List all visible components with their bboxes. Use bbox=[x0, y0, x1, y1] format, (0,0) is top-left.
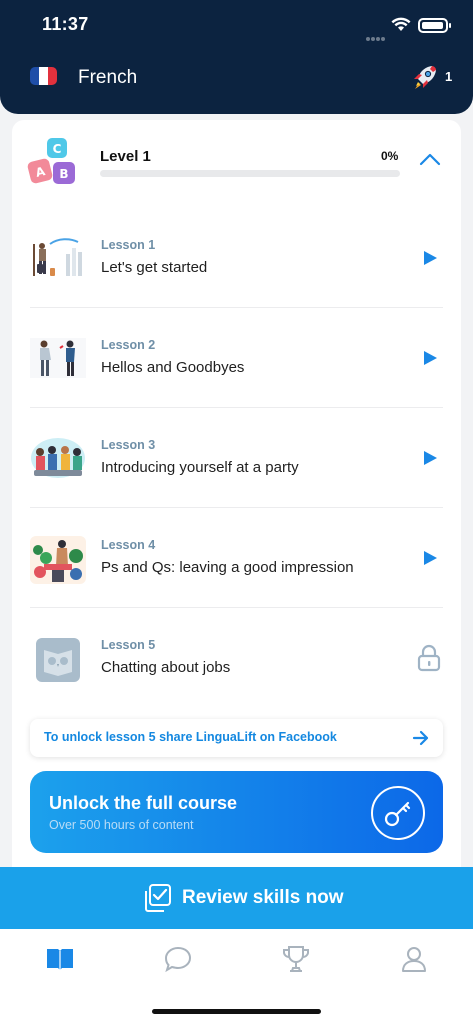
lesson-item-1[interactable]: Lesson 1 Let's get started bbox=[30, 208, 443, 308]
chat-bubble-icon[interactable] bbox=[162, 943, 194, 975]
status-time: 11:37 bbox=[42, 14, 89, 34]
unlock-full-course-button[interactable]: Unlock the full course Over 500 hours of… bbox=[30, 771, 443, 853]
lesson-number: Lesson 5 bbox=[101, 638, 156, 652]
lesson-title: Let's get started bbox=[101, 259, 208, 276]
abc-blocks-icon: C A B bbox=[27, 138, 83, 188]
status-bar: 11:37 bbox=[0, 0, 473, 52]
share-to-unlock-text: To unlock lesson 5 share LinguaLift on F… bbox=[44, 730, 337, 744]
lesson-number: Lesson 4 bbox=[101, 538, 156, 552]
checklist-icon bbox=[143, 883, 173, 918]
share-to-unlock-banner[interactable]: To unlock lesson 5 share LinguaLift on F… bbox=[30, 719, 443, 757]
level-title: Level 1 bbox=[100, 148, 151, 165]
play-icon[interactable] bbox=[422, 550, 438, 566]
french-flag-icon[interactable] bbox=[30, 67, 57, 85]
lesson-title: Hellos and Goodbyes bbox=[101, 359, 245, 376]
lock-icon bbox=[417, 644, 441, 672]
play-icon[interactable] bbox=[422, 350, 438, 366]
lesson-4-illustration bbox=[30, 536, 86, 584]
lesson-item-5[interactable]: Lesson 5 Chatting about jobs bbox=[30, 608, 443, 708]
play-icon[interactable] bbox=[422, 250, 438, 266]
rocket-count: 1 bbox=[445, 69, 453, 84]
play-icon[interactable] bbox=[422, 450, 438, 466]
course-card: C A B Level 1 0% Lesson 1 Let's get star… bbox=[12, 120, 461, 880]
svg-text:B: B bbox=[59, 167, 68, 181]
bottom-tab-bar bbox=[0, 929, 473, 1024]
level-progress-bar bbox=[100, 170, 400, 177]
level-percent: 0% bbox=[381, 149, 399, 163]
lesson-5-locked-illustration bbox=[30, 636, 86, 682]
arrow-right-icon[interactable] bbox=[412, 729, 430, 752]
lesson-title: Introducing yourself at a party bbox=[101, 459, 299, 476]
full-course-subtitle: Over 500 hours of content bbox=[49, 818, 194, 832]
review-skills-label: Review skills now bbox=[182, 887, 344, 908]
rocket-icon[interactable] bbox=[410, 62, 440, 97]
lesson-item-3[interactable]: Lesson 3 Introducing yourself at a party bbox=[30, 408, 443, 508]
svg-text:C: C bbox=[53, 142, 62, 156]
wifi-icon bbox=[391, 17, 411, 37]
cellular-signal-icon bbox=[366, 28, 386, 41]
home-indicator bbox=[152, 1009, 321, 1014]
full-course-title: Unlock the full course bbox=[49, 793, 238, 813]
app-header: 11:37 French 1 bbox=[0, 0, 473, 114]
lesson-2-illustration bbox=[30, 336, 86, 380]
battery-icon bbox=[418, 18, 451, 33]
lesson-number: Lesson 3 bbox=[101, 438, 156, 452]
key-icon bbox=[370, 785, 426, 841]
language-label[interactable]: French bbox=[78, 67, 137, 89]
lesson-title: Chatting about jobs bbox=[101, 659, 231, 676]
lesson-title: Ps and Qs: leaving a good impression bbox=[101, 559, 354, 576]
review-skills-button[interactable]: Review skills now bbox=[0, 867, 473, 929]
lesson-number: Lesson 1 bbox=[101, 238, 156, 252]
trophy-icon[interactable] bbox=[280, 943, 312, 975]
lesson-number: Lesson 2 bbox=[101, 338, 156, 352]
lesson-1-illustration bbox=[30, 236, 86, 280]
lesson-3-illustration bbox=[30, 436, 86, 480]
lesson-item-4[interactable]: Lesson 4 Ps and Qs: leaving a good impre… bbox=[30, 508, 443, 608]
lesson-item-2[interactable]: Lesson 2 Hellos and Goodbyes bbox=[30, 308, 443, 408]
chevron-up-icon[interactable] bbox=[419, 151, 441, 167]
profile-icon[interactable] bbox=[398, 943, 430, 975]
book-icon[interactable] bbox=[44, 943, 76, 975]
